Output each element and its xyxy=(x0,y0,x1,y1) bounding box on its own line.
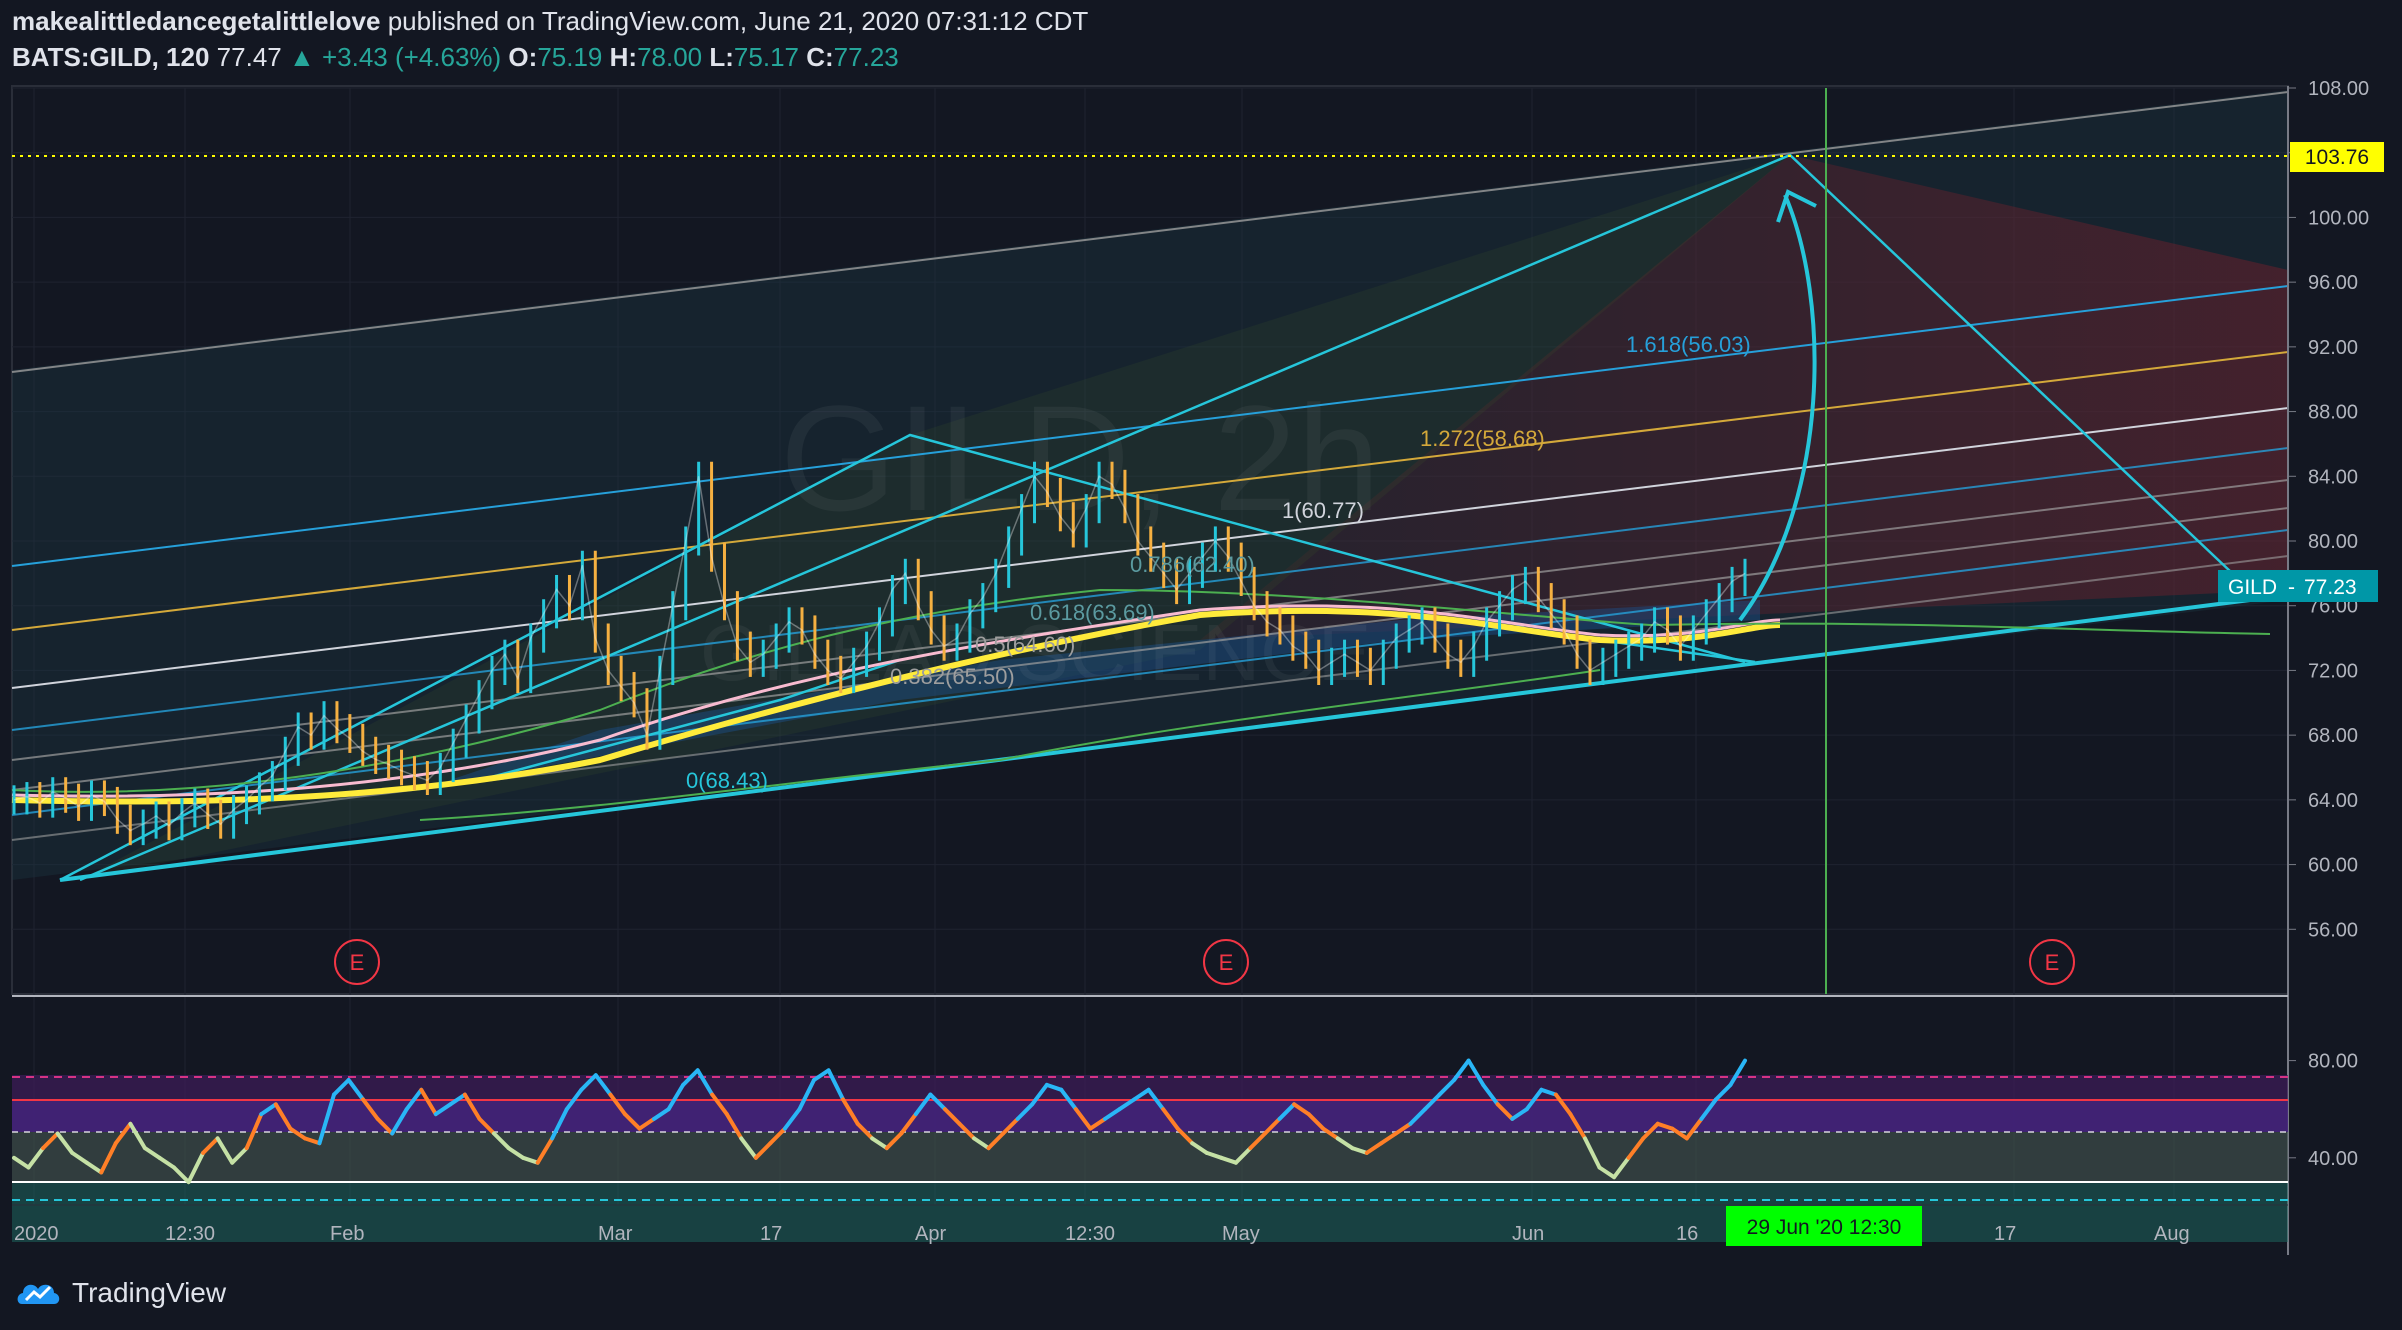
fib-level-label: 0.786(62.40) xyxy=(1130,552,1255,577)
current-price-value: 77.23 xyxy=(2304,576,2357,599)
time-tick-label: Mar xyxy=(598,1223,633,1245)
fib-level-label: 0.618(63.69) xyxy=(1030,600,1155,625)
rsi-tick-label: 80.00 xyxy=(2308,1051,2358,1073)
earnings-letter: E xyxy=(2045,950,2060,975)
fib-level-label: 0(68.43) xyxy=(686,768,768,793)
time-tick-label: Apr xyxy=(915,1223,946,1245)
time-tick-label: 17 xyxy=(760,1223,782,1245)
tradingview-logo-icon xyxy=(17,1284,60,1304)
price-tick-label: 88.00 xyxy=(2308,402,2358,424)
price-tick-label: 96.00 xyxy=(2308,272,2358,294)
time-tick-label: May xyxy=(1222,1223,1260,1245)
earnings-letter: E xyxy=(350,950,365,975)
price-tick-label: 64.00 xyxy=(2308,790,2358,812)
date-marker-text: 29 Jun '20 12:30 xyxy=(1747,1216,1902,1239)
price-tick-label: 56.00 xyxy=(2308,919,2358,941)
price-tick-label: 80.00 xyxy=(2308,531,2358,553)
price-tick-label: 100.00 xyxy=(2308,207,2369,229)
price-tick-label: 84.00 xyxy=(2308,466,2358,488)
rsi-axis: 80.00 40.00 xyxy=(2288,1051,2358,1170)
price-axis[interactable]: 108.00104.00100.0096.0092.0088.0084.0080… xyxy=(2288,78,2369,941)
price-tick-label: 92.00 xyxy=(2308,337,2358,359)
fib-level-label: 1.272(58.68) xyxy=(1420,426,1545,451)
fib-level-label: 0.5(64.60) xyxy=(975,632,1075,657)
time-tick-label: 16 xyxy=(1676,1223,1698,1245)
time-tick-label: 12:30 xyxy=(1065,1223,1115,1245)
price-tick-label: 108.00 xyxy=(2308,78,2369,100)
tradingview-branding[interactable]: TradingView xyxy=(14,1276,226,1310)
price-tick-label: 60.00 xyxy=(2308,855,2358,877)
current-price-symbol: GILD xyxy=(2228,576,2277,599)
rsi-tick-label: 40.00 xyxy=(2308,1148,2358,1170)
time-tick-label: 12:30 xyxy=(165,1223,215,1245)
time-tick-label: Jun xyxy=(1512,1223,1544,1245)
time-tick-label: 17 xyxy=(1994,1223,2016,1245)
level-price-text: 103.76 xyxy=(2305,146,2369,169)
current-price-dash: - xyxy=(2288,576,2295,599)
price-tick-label: 68.00 xyxy=(2308,725,2358,747)
time-tick-label: Aug xyxy=(2154,1223,2190,1245)
fib-level-label: 1.618(56.03) xyxy=(1626,332,1751,357)
fib-level-label: 0.382(65.50) xyxy=(890,664,1015,689)
fib-level-label: 1(60.77) xyxy=(1282,498,1364,523)
brand-name: TradingView xyxy=(72,1277,227,1308)
chart-canvas[interactable]: GILD, 2h GILEAD SCIENCE 1.618(56.03)1.27… xyxy=(0,0,2402,1330)
rsi-pane[interactable] xyxy=(12,1075,2288,1242)
time-tick-label: Feb xyxy=(330,1223,364,1245)
earnings-letter: E xyxy=(1219,950,1234,975)
price-tick-label: 72.00 xyxy=(2308,660,2358,682)
time-tick-label: 2020 xyxy=(14,1223,59,1245)
